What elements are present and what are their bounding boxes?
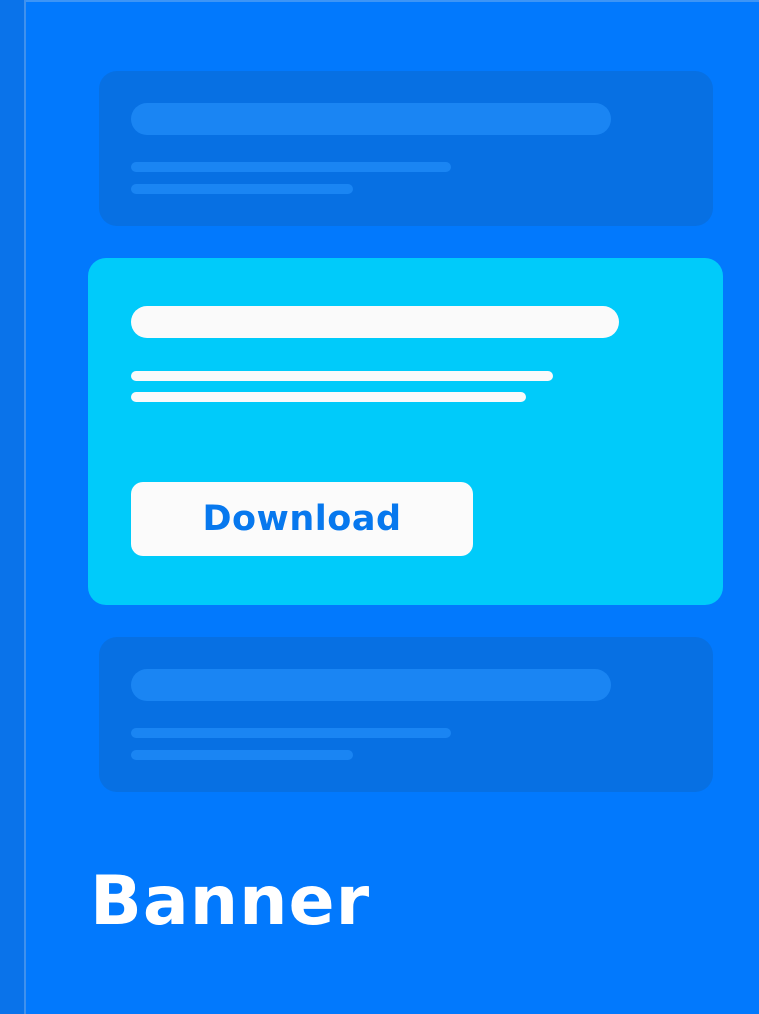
featured-banner-card: Download <box>88 258 723 605</box>
placeholder-text-line <box>131 162 451 172</box>
featured-title-bar <box>131 306 619 338</box>
placeholder-text-line <box>131 728 451 738</box>
placeholder-text-line <box>131 184 353 194</box>
banner-title: Banner <box>90 862 371 941</box>
left-edge-strip <box>0 0 26 1014</box>
featured-text-line <box>131 371 553 381</box>
placeholder-title-bar <box>131 103 611 135</box>
placeholder-title-bar <box>131 669 611 701</box>
placeholder-card-bottom <box>99 637 713 792</box>
placeholder-card-top <box>99 71 713 226</box>
featured-text-line <box>131 392 526 402</box>
placeholder-text-line <box>131 750 353 760</box>
download-button[interactable]: Download <box>131 482 473 556</box>
